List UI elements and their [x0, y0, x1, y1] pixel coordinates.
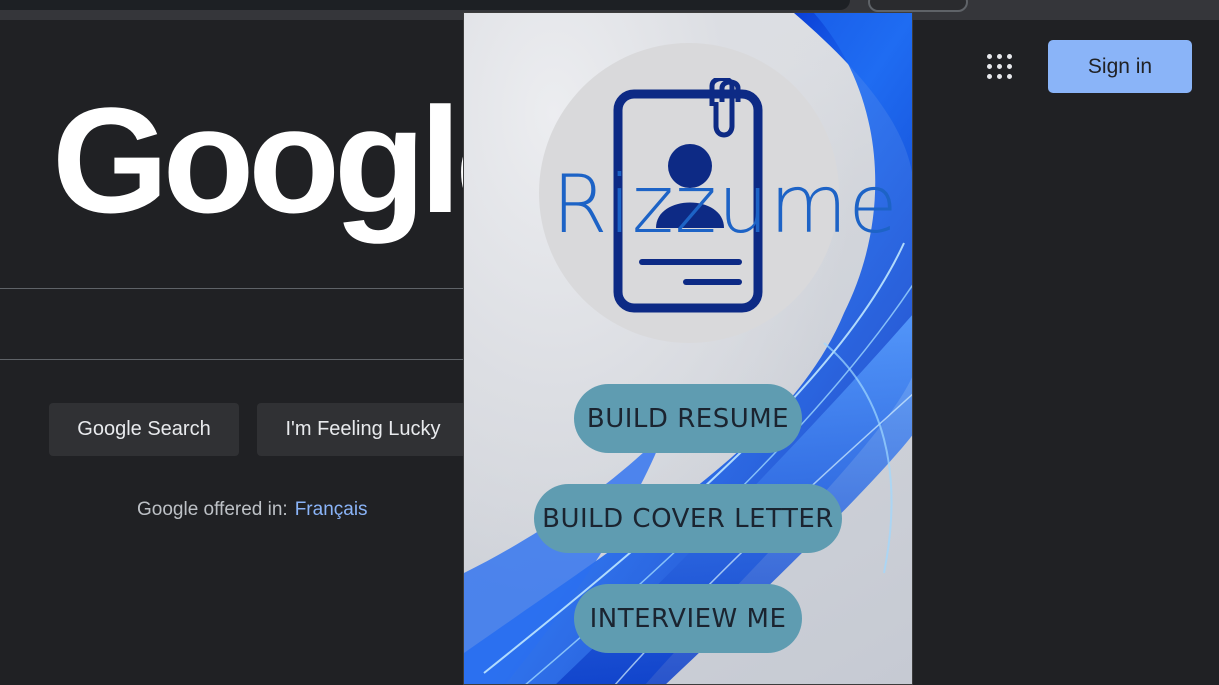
brand-name: Rizzume	[552, 158, 899, 251]
language-link-francais[interactable]: Français	[295, 499, 368, 520]
interview-me-button[interactable]: INTERVIEW ME	[574, 584, 802, 653]
sign-in-button[interactable]: Sign in	[1048, 40, 1192, 93]
profile-pill[interactable]	[868, 0, 968, 12]
google-logo: Google	[52, 76, 539, 244]
rizzume-extension-popup: Rizzume BUILD RESUME BUILD COVER LETTER …	[463, 12, 913, 685]
language-offer-label: Google offered in:	[137, 499, 288, 520]
address-bar-strip[interactable]	[0, 0, 850, 10]
feeling-lucky-button[interactable]: I'm Feeling Lucky	[257, 403, 469, 456]
search-input[interactable]	[0, 288, 470, 360]
build-resume-button[interactable]: BUILD RESUME	[574, 384, 802, 453]
build-cover-letter-button[interactable]: BUILD COVER LETTER	[534, 484, 842, 553]
language-offer: Google offered in: Français	[137, 499, 368, 521]
google-search-button[interactable]: Google Search	[49, 403, 239, 456]
apps-grid-icon[interactable]	[987, 54, 1013, 80]
